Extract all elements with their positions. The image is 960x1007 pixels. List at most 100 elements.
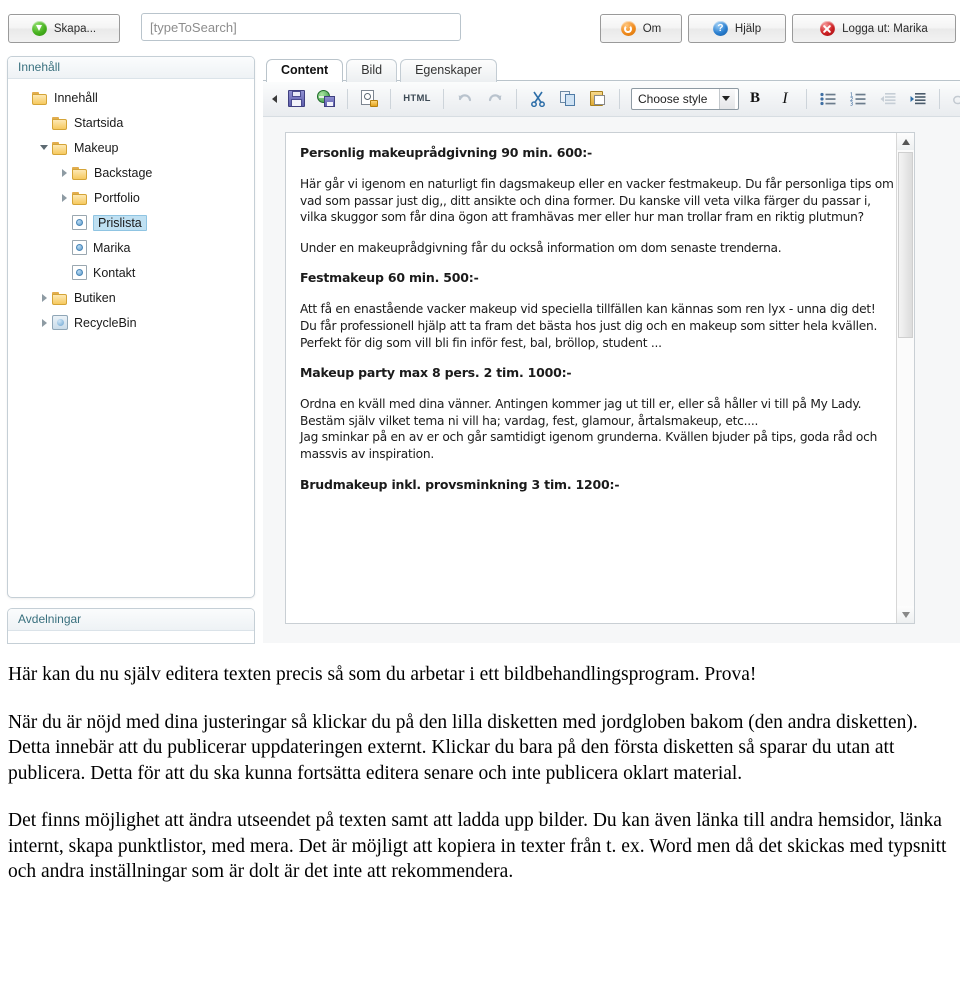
tree-item-recyclebin[interactable]: RecycleBin [8,310,254,335]
indent-button[interactable] [904,85,932,113]
content-paragraph-3: Att få en enastående vacker makeup vid s… [300,302,876,317]
content-heading-2: Festmakeup 60 min. 500:- [300,270,479,286]
caption-paragraph-1: Här kan du nu själv editera texten preci… [8,664,757,685]
save-and-publish-button[interactable] [312,85,340,113]
sections-header: Avdelningar [8,609,254,631]
logout-button-label: Logga ut: Marika [842,22,928,35]
caption-paragraph-2: När du är nöjd med dina justeringar så k… [8,711,918,784]
chevron-down-icon [719,88,735,109]
outdent-button[interactable] [874,85,902,113]
editor-document[interactable]: Personlig makeuprådgivning 90 min. 600:-… [285,132,915,624]
editor-document-body[interactable]: Personlig makeuprådgivning 90 min. 600:-… [286,133,914,492]
redo-icon [487,91,503,106]
collapse-toolbar-icon[interactable] [269,86,280,112]
help-button[interactable]: ? Hjälp [688,14,786,43]
page-icon [72,215,87,230]
tree-item-label: Makeup [74,140,119,155]
tab-content[interactable]: Content [266,59,344,82]
content-tree[interactable]: Innehåll Startsida Makeup Backstage Portfoli… [8,79,254,335]
html-source-label: HTML [403,93,431,104]
editor-tabs[interactable]: Content Bild Egenskaper [266,58,497,82]
logout-button[interactable]: Logga ut: Marika [792,14,956,43]
paste-icon [590,91,606,106]
sections-panel[interactable]: Avdelningar [7,608,255,644]
toolbar-separator [939,88,940,109]
chevron-down-icon[interactable] [38,141,51,154]
paste-button[interactable] [584,85,612,113]
tree-item-marika[interactable]: Marika [8,235,254,260]
editor-panel: HTML Choose style B I 1 2 3 Personlig ma… [263,80,960,643]
chevron-right-icon[interactable] [38,316,51,329]
content-paragraph-5: Perfekt för dig som vill bli fin inför f… [300,335,662,350]
scroll-down-button[interactable] [897,606,914,623]
create-button[interactable]: Skapa... [8,14,120,43]
chevron-right-icon[interactable] [58,191,71,204]
scroll-up-button[interactable] [897,133,914,150]
tree-item-label: Portfolio [94,190,140,205]
cms-screenshot: Skapa... Om ? Hjälp Logga ut: Marika Inn… [0,0,960,648]
preview-button[interactable] [355,85,383,113]
cut-button[interactable] [524,85,552,113]
html-source-button[interactable]: HTML [398,86,436,112]
chevron-right-icon[interactable] [38,291,51,304]
recyclebin-icon [52,315,68,330]
undo-button[interactable] [451,85,479,113]
page-icon [72,265,87,280]
toolbar-separator [443,88,444,109]
tab-label: Egenskaper [415,63,482,77]
content-tree-panel: Innehåll Innehåll Startsida Makeup Backstag… [7,56,255,598]
tab-egenskaper[interactable]: Egenskaper [400,59,497,82]
tree-item-label: Kontakt [93,265,136,280]
numbered-list-button[interactable]: 1 2 3 [844,85,872,113]
link-icon [952,93,960,105]
search-input[interactable] [141,13,461,41]
tree-item-label: Marika [93,240,131,255]
style-select[interactable]: Choose style [631,87,739,110]
tab-bild[interactable]: Bild [346,59,398,82]
tree-item-prislista[interactable]: Prislista [8,210,254,235]
about-button[interactable]: Om [600,14,682,43]
search-field-wrapper[interactable] [141,13,461,41]
italic-label: I [782,89,788,107]
italic-button[interactable]: I [771,85,799,113]
redo-button[interactable] [481,85,509,113]
caption-paragraph-3: Det finns möjlighet att ändra utseendet … [8,810,947,882]
outdent-icon [880,92,896,106]
insert-link-button[interactable] [947,85,960,113]
tree-item-innehåll[interactable]: Innehåll [8,85,254,110]
tree-item-portfolio[interactable]: Portfolio [8,185,254,210]
content-heading-4: Brudmakeup inkl. provsminkning 3 tim. 12… [300,476,620,492]
tree-item-makeup[interactable]: Makeup [8,135,254,160]
copy-button[interactable] [554,85,582,113]
chevron-right-icon[interactable] [58,166,71,179]
save-and-publish-icon [317,90,335,107]
tree-item-startsida[interactable]: Startsida [8,110,254,135]
help-button-label: Hjälp [734,22,762,35]
save-button[interactable] [282,85,310,113]
scrollbar-thumb[interactable] [898,152,913,338]
tree-item-kontakt[interactable]: Kontakt [8,260,254,285]
bullet-list-button[interactable] [814,85,842,113]
tree-item-backstage[interactable]: Backstage [8,160,254,185]
editor-vertical-scrollbar[interactable] [896,133,914,623]
folder-icon [52,116,68,130]
content-paragraph-4: Du får professionell hjälp att ta fram d… [300,318,878,333]
caption-text: Här kan du nu själv editera texten preci… [0,648,960,885]
folder-icon [52,291,68,305]
cut-icon [530,91,546,107]
tab-label: Content [281,63,329,77]
bold-button[interactable]: B [741,85,769,113]
tree-item-label: RecycleBin [74,315,137,330]
tree-item-butiken[interactable]: Butiken [8,285,254,310]
content-heading-1: Personlig makeuprådgivning 90 min. 600:- [300,145,593,160]
toolbar-separator [390,88,391,109]
tree-item-label: Butiken [74,290,116,305]
